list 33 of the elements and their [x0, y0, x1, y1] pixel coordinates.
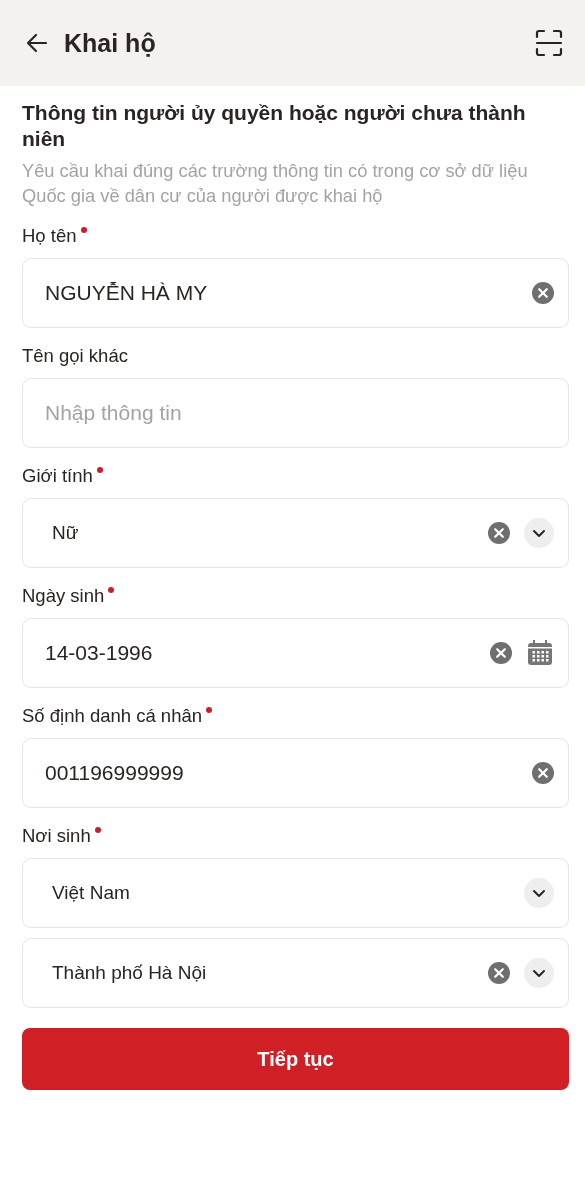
field-label: Giới tính: [22, 464, 93, 488]
field-value: Việt Nam: [52, 882, 130, 904]
field-label: Họ tên: [22, 224, 77, 248]
chevron-down-icon[interactable]: [524, 958, 554, 988]
field-value: Nữ: [52, 522, 79, 544]
field-label: Số định danh cá nhân: [22, 704, 202, 728]
select-field[interactable]: Nữ: [22, 498, 569, 568]
input-field[interactable]: NGUYỄN HÀ MY: [22, 258, 569, 328]
page-title: Khai hộ: [64, 28, 157, 58]
field-value: Thành phố Hà Nội: [52, 962, 207, 984]
section-note: Yêu cầu khai đúng các trường thông tin có trong cơ sở dữ liệu Quốc gia về dân cư của người được khai hộ: [22, 159, 529, 208]
field-value: 14-03-1996: [45, 641, 153, 665]
calendar-icon[interactable]: [526, 639, 554, 667]
clear-icon[interactable]: [488, 522, 510, 544]
field-label: Tên gọi khác: [22, 344, 128, 368]
field-label: Nơi sinh: [22, 824, 91, 848]
placeholder-text: Nhập thông tin: [45, 401, 182, 425]
select-field[interactable]: Thành phố Hà Nội: [22, 938, 569, 1008]
section-title: Thông tin người ủy quyền hoặc người chưa thành niên: [22, 100, 527, 152]
field-label: Ngày sinh: [22, 584, 105, 608]
input-field[interactable]: 001196999999: [22, 738, 569, 808]
continue-button[interactable]: Tiếp tục: [22, 1028, 569, 1090]
scan-icon[interactable]: [535, 29, 563, 57]
select-field[interactable]: Việt Nam: [22, 858, 569, 928]
clear-icon[interactable]: [532, 762, 554, 784]
clear-icon[interactable]: [490, 642, 512, 664]
field-value: NGUYỄN HÀ MY: [45, 281, 208, 305]
field-value: 001196999999: [45, 761, 184, 785]
date-field[interactable]: 14-03-1996: [22, 618, 569, 688]
chevron-down-icon[interactable]: [524, 518, 554, 548]
clear-icon[interactable]: [488, 962, 510, 984]
clear-icon[interactable]: [532, 282, 554, 304]
chevron-down-icon[interactable]: [524, 878, 554, 908]
